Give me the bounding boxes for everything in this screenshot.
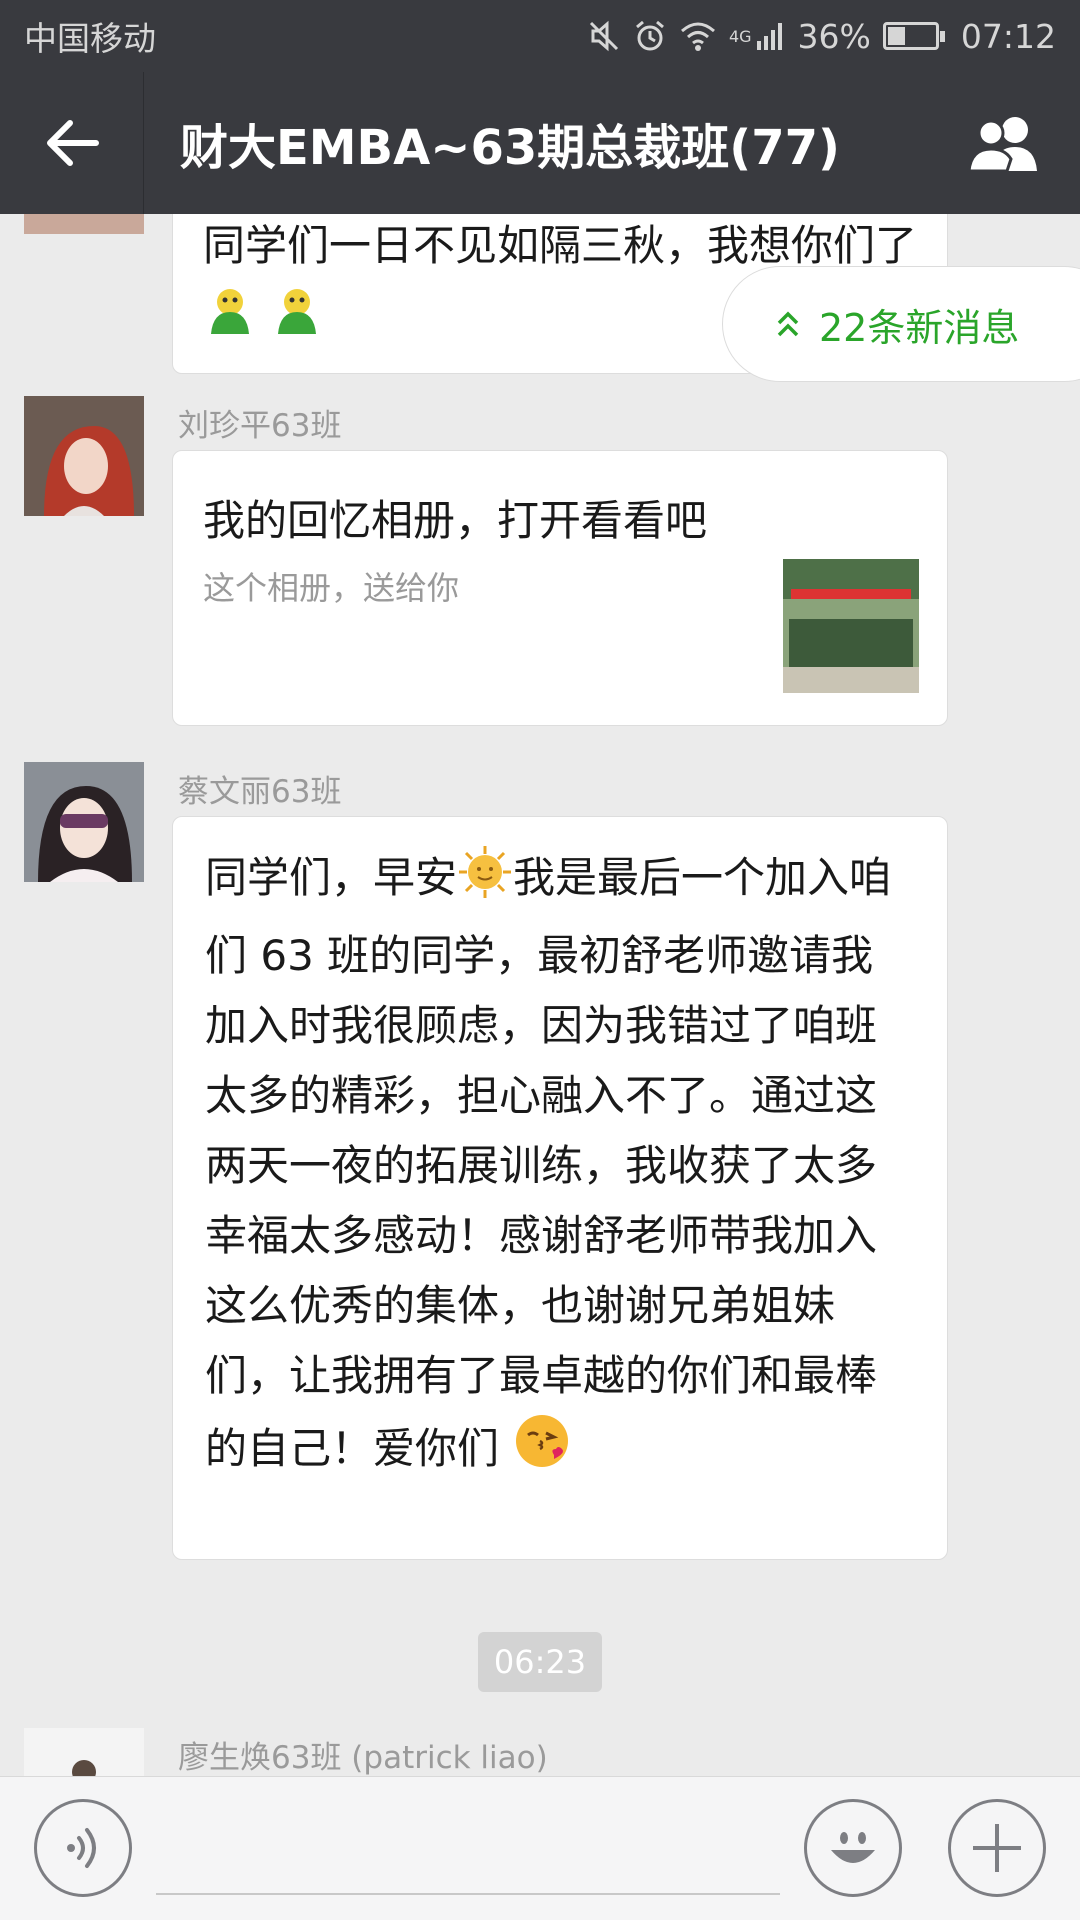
mute-icon [589,20,619,52]
battery-percent: 36% [797,16,871,56]
new-messages-label: 22条新消息 [819,305,1020,350]
emoji-smile-icon [831,1832,875,1863]
double-chevron-up-icon [777,311,799,337]
battery-icon [882,22,945,50]
message-text-part-2: 我是最后一个加入咱们 63 班的同学，最初舒老师邀请我加入时我很顾虑，因为我错过… [205,853,892,1473]
signal-icon [756,23,782,50]
avatar[interactable] [24,762,144,882]
plus-button[interactable] [948,1799,1046,1897]
new-messages-button[interactable]: 22条新消息 [722,266,1080,382]
message-text-part-1: 同学们，早安 [205,853,458,902]
message-text: 同学们一日不见如隔三秋，我想你们了 [203,221,918,270]
network-type: 4G [728,26,752,46]
message-input[interactable] [156,1893,780,1895]
album-card[interactable]: 我的回忆相册，打开看看吧 这个相册，送给你 [172,450,948,726]
chat-header: 财大EMBA~63期总裁班(77) [0,72,1080,214]
group-members-icon [967,117,1037,173]
chat-title: 财大EMBA~63期总裁班(77) [180,120,840,176]
time-divider: 06:23 [478,1632,602,1692]
album-thumbnail [783,559,919,693]
album-title: 我的回忆相册，打开看看吧 [203,496,708,545]
voice-icon [67,1828,96,1868]
status-bar: 中国移动 4G 36% 07:12 [0,0,1080,72]
avatar[interactable] [24,1728,144,1776]
sender-name: 刘珍平63班 [178,408,342,444]
album-description: 这个相册，送给你 [203,569,460,607]
sun-emoji [457,844,513,921]
input-bar [0,1776,1080,1920]
avatar[interactable] [24,214,144,234]
green-figure-emoji [203,284,257,359]
wifi-icon [680,22,715,51]
back-arrow-icon [46,120,99,166]
avatar[interactable] [24,396,144,516]
green-figure-emoji [270,284,324,359]
kiss-emoji [512,1411,572,1492]
sender-name: 蔡文丽63班 [178,774,342,810]
voice-button[interactable] [34,1799,132,1897]
message-list[interactable]: 同学们一日不见如隔三秋，我想你们了 22条新消息 刘珍平63班 我的回忆相册，打… [0,214,1080,1776]
alarm-icon [635,20,664,51]
carrier-name: 中国移动 [24,19,156,58]
status-time: 07:12 [960,16,1056,56]
sender-name: 廖生焕63班 (patrick liao) [178,1740,548,1776]
back-button[interactable] [0,72,144,214]
plus-icon [973,1824,1021,1872]
emoji-button[interactable] [804,1799,902,1897]
status-icons: 4G 36% 07:12 [587,17,1056,56]
message-bubble[interactable]: 同学们，早安 我是最后一个加入咱们 63 班的同学，最初舒老师邀请我加入时我很顾虑… [172,816,948,1560]
group-members-button[interactable] [930,72,1080,214]
